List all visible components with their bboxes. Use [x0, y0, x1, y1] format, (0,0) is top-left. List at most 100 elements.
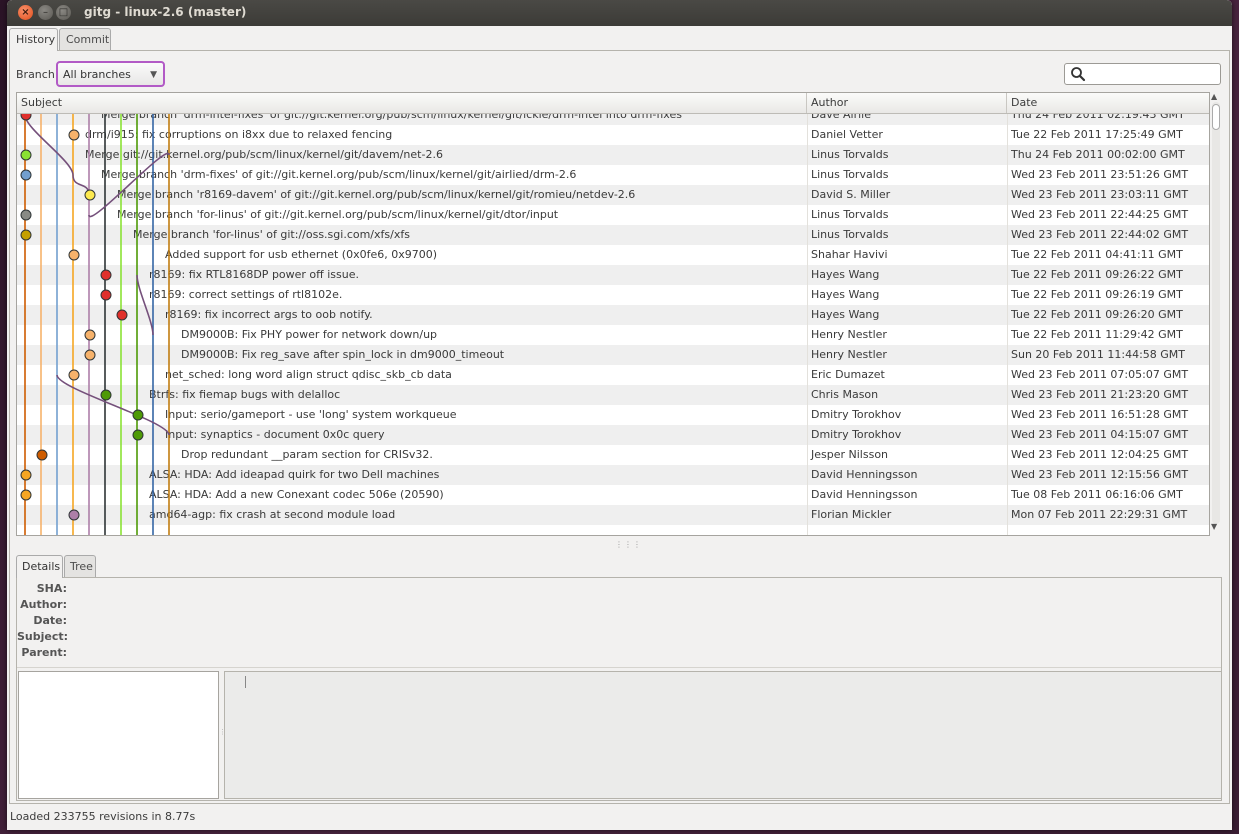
- column-header-subject[interactable]: Subject: [17, 93, 807, 113]
- sha-label: SHA:: [36, 582, 67, 595]
- commit-list[interactable]: Subject Author Date Merge branch 'drm-in…: [16, 92, 1210, 536]
- commit-author: Linus Torvalds: [811, 168, 889, 181]
- scrollbar-thumb[interactable]: [1212, 104, 1220, 130]
- commit-author: Dmitry Torokhov: [811, 408, 902, 421]
- table-row[interactable]: Merge branch 'for-linus' of git://git.ke…: [17, 205, 1209, 225]
- tab-tree[interactable]: Tree: [64, 555, 96, 577]
- commit-rows: Merge branch 'drm-intel-fixes' of git://…: [17, 114, 1209, 535]
- commit-list-header: Subject Author Date: [17, 93, 1209, 114]
- column-divider: [807, 114, 808, 535]
- commit-date: Tue 22 Feb 2011 09:26:20 GMT: [1011, 308, 1183, 321]
- commit-date: Wed 23 Feb 2011 23:03:11 GMT: [1011, 188, 1189, 201]
- commit-subject: Input: serio/gameport - use 'long' syste…: [165, 408, 457, 421]
- commit-date: Tue 22 Feb 2011 09:26:22 GMT: [1011, 268, 1183, 281]
- author-label: Author:: [20, 598, 67, 611]
- tab-history[interactable]: History: [9, 28, 58, 51]
- commit-author: Linus Torvalds: [811, 148, 889, 161]
- commit-subject: Merge git://git.kernel.org/pub/scm/linux…: [85, 148, 443, 161]
- minimize-window-button[interactable]: –: [38, 5, 53, 20]
- commit-subject: Input: synaptics - document 0x0c query: [165, 428, 385, 441]
- diff-view[interactable]: [224, 671, 1222, 799]
- commit-subject: r8169: fix incorrect args to oob notify.: [165, 308, 373, 321]
- table-row[interactable]: Merge branch 'drm-intel-fixes' of git://…: [17, 114, 1209, 125]
- scrollbar-track[interactable]: [1212, 102, 1220, 524]
- commit-date: Sun 20 Feb 2011 11:44:58 GMT: [1011, 348, 1186, 361]
- commit-author: Eric Dumazet: [811, 368, 885, 381]
- table-row[interactable]: Btrfs: fix fiemap bugs with delalloc Chri…: [17, 385, 1209, 405]
- branch-select[interactable]: All branches ▼: [56, 61, 165, 87]
- table-row[interactable]: ALSA: HDA: Add a new Conexant codec 506e…: [17, 485, 1209, 505]
- table-row[interactable]: r8169: correct settings of rtl8102e. Haye…: [17, 285, 1209, 305]
- column-header-author[interactable]: Author: [807, 93, 1007, 113]
- branch-label: Branch:: [16, 68, 59, 81]
- title-bar[interactable]: × – □ gitg - linux-2.6 (master): [7, 0, 1232, 26]
- changed-files-list[interactable]: [18, 671, 219, 799]
- details-divider: [17, 667, 1221, 668]
- table-row[interactable]: net_sched: long word align struct qdisc_…: [17, 365, 1209, 385]
- table-row[interactable]: Merge branch 'drm-fixes' of git://git.ke…: [17, 165, 1209, 185]
- tab-details[interactable]: Details: [16, 555, 63, 578]
- table-row[interactable]: amd64-agp: fix crash at second module lo…: [17, 505, 1209, 525]
- parent-label: Parent:: [21, 646, 67, 659]
- commit-date: Tue 08 Feb 2011 06:16:06 GMT: [1011, 488, 1183, 501]
- commit-subject: r8169: fix RTL8168DP power off issue.: [149, 268, 359, 281]
- commit-subject: Merge branch 'drm-intel-fixes' of git://…: [101, 114, 682, 121]
- table-row[interactable]: r8169: fix incorrect args to oob notify.…: [17, 305, 1209, 325]
- table-row[interactable]: Input: serio/gameport - use 'long' syste…: [17, 405, 1209, 425]
- window-title: gitg - linux-2.6 (master): [84, 5, 247, 19]
- table-row[interactable]: ALSA: HDA: Add ideapad quirk for two Del…: [17, 465, 1209, 485]
- close-window-button[interactable]: ×: [18, 5, 33, 20]
- table-row[interactable]: Drop redundant __param section for CRISv…: [17, 445, 1209, 465]
- search-input[interactable]: [1064, 63, 1221, 85]
- scroll-down-icon[interactable]: ▼: [1211, 522, 1217, 531]
- table-row[interactable]: DM9000B: Fix PHY power for network down/…: [17, 325, 1209, 345]
- commit-subject: Merge branch 'for-linus' of git://oss.sg…: [133, 228, 410, 241]
- text-cursor: [245, 676, 246, 688]
- column-header-date[interactable]: Date: [1007, 93, 1209, 113]
- commit-subject: ALSA: HDA: Add ideapad quirk for two Del…: [149, 468, 440, 481]
- commit-date: Thu 24 Feb 2011 02:19:43 GMT: [1011, 114, 1185, 121]
- commit-subject: Added support for usb ethernet (0x0fe6, …: [165, 248, 437, 261]
- chevron-down-icon: ▼: [150, 70, 157, 80]
- commit-date: Tue 22 Feb 2011 11:29:42 GMT: [1011, 328, 1183, 341]
- commit-date: Wed 23 Feb 2011 12:15:56 GMT: [1011, 468, 1189, 481]
- commit-author: Hayes Wang: [811, 308, 880, 321]
- table-row[interactable]: Added support for usb ethernet (0x0fe6, …: [17, 245, 1209, 265]
- details-panel: SHA: Author: Date: Subject: Parent: ⋮: [16, 577, 1222, 801]
- table-row[interactable]: Merge branch 'for-linus' of git://oss.sg…: [17, 225, 1209, 245]
- commit-date: Wed 23 Feb 2011 04:15:07 GMT: [1011, 428, 1189, 441]
- table-row[interactable]: drm/i915: fix corruptions on i8xx due to…: [17, 125, 1209, 145]
- table-row[interactable]: r8169: fix RTL8168DP power off issue. Hay…: [17, 265, 1209, 285]
- commit-date: Wed 23 Feb 2011 22:44:25 GMT: [1011, 208, 1189, 221]
- commit-date: Wed 23 Feb 2011 12:04:25 GMT: [1011, 448, 1189, 461]
- search-icon: [1070, 66, 1086, 85]
- commit-date: Thu 24 Feb 2011 00:02:00 GMT: [1011, 148, 1185, 161]
- commit-author: Dave Airlie: [811, 114, 871, 121]
- table-row[interactable]: Merge branch 'r8169-davem' of git://git.…: [17, 185, 1209, 205]
- commit-author: Henry Nestler: [811, 348, 887, 361]
- commit-author: David Henningsson: [811, 488, 918, 501]
- commit-author: Dmitry Torokhov: [811, 428, 902, 441]
- commit-author: Chris Mason: [811, 388, 879, 401]
- commit-author: Daniel Vetter: [811, 128, 883, 141]
- table-row[interactable]: Input: synaptics - document 0x0c query Dm…: [17, 425, 1209, 445]
- commit-author: Hayes Wang: [811, 268, 880, 281]
- commit-date: Tue 22 Feb 2011 09:26:19 GMT: [1011, 288, 1183, 301]
- table-row[interactable]: DM9000B: Fix reg_save after spin_lock in…: [17, 345, 1209, 365]
- commit-list-scrollbar[interactable]: ▲ ▼: [1210, 92, 1222, 534]
- commit-date: Tue 22 Feb 2011 04:41:11 GMT: [1011, 248, 1183, 261]
- commit-subject: Merge branch 'r8169-davem' of git://git.…: [117, 188, 636, 201]
- pane-resize-handle[interactable]: ⋮⋮⋮: [615, 540, 642, 549]
- commit-date: Wed 23 Feb 2011 16:51:28 GMT: [1011, 408, 1189, 421]
- commit-subject: Merge branch 'drm-fixes' of git://git.ke…: [101, 168, 577, 181]
- tab-commit[interactable]: Commit: [59, 28, 111, 50]
- commit-author: David Henningsson: [811, 468, 918, 481]
- maximize-window-button[interactable]: □: [56, 5, 71, 20]
- scroll-up-icon[interactable]: ▲: [1211, 92, 1217, 101]
- table-row[interactable]: Merge git://git.kernel.org/pub/scm/linux…: [17, 145, 1209, 165]
- commit-subject: Merge branch 'for-linus' of git://git.ke…: [117, 208, 559, 221]
- commit-author: Florian Mickler: [811, 508, 892, 521]
- date-label: Date:: [33, 614, 67, 627]
- branch-select-value: All branches: [63, 68, 131, 81]
- commit-subject: ALSA: HDA: Add a new Conexant codec 506e…: [149, 488, 444, 501]
